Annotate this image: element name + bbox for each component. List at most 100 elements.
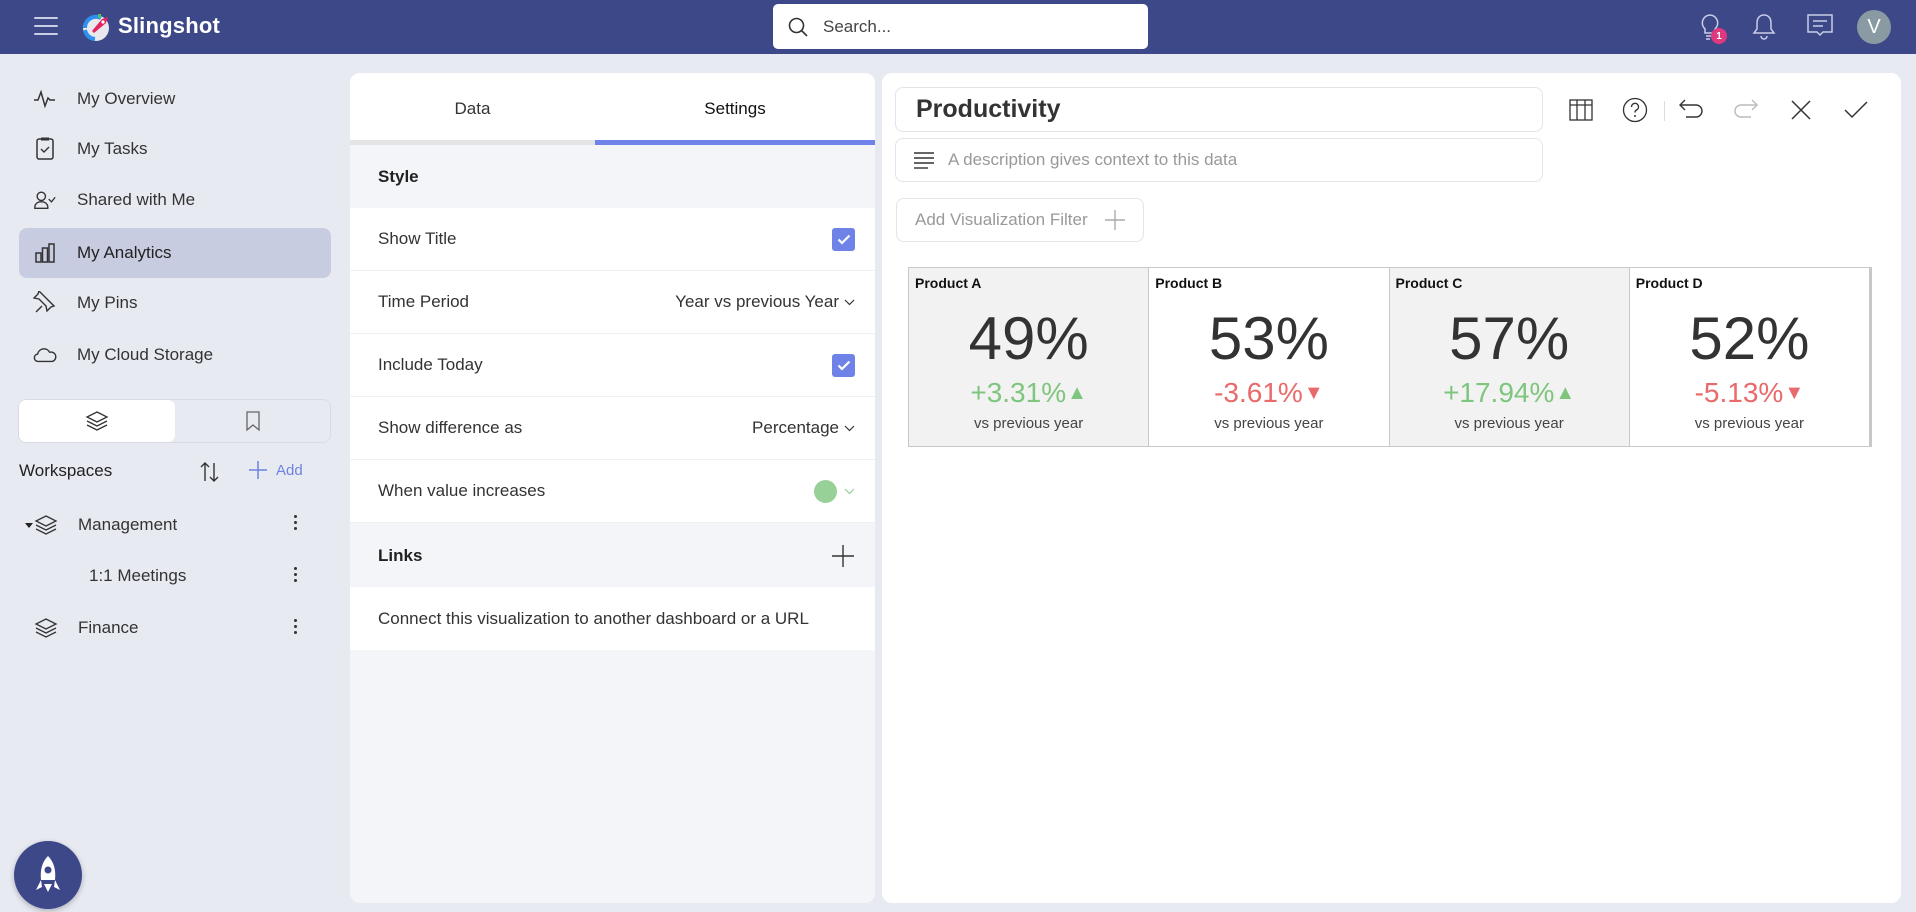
clipboard-check-icon: [33, 137, 57, 161]
kpi-value: 49%: [968, 305, 1089, 372]
time-period-dropdown[interactable]: Year vs previous Year: [675, 292, 855, 312]
kpi-delta: -3.61%▼: [1149, 377, 1388, 409]
undo-button[interactable]: [1676, 95, 1706, 125]
finance-more-button[interactable]: [292, 619, 298, 637]
workspace-label: Management: [78, 515, 178, 534]
menu-icon[interactable]: [34, 17, 58, 37]
pin-icon: [33, 291, 57, 315]
kpi-delta: -5.13%▼: [1630, 377, 1869, 409]
sidebar-view-toggle: [18, 399, 331, 443]
bookmark-icon: [246, 411, 260, 432]
value-increases-row: When value increases: [350, 460, 875, 523]
value-increases-color-picker[interactable]: [814, 479, 855, 503]
plus-icon: [1104, 210, 1125, 230]
notifications-button[interactable]: [1751, 12, 1777, 45]
add-visualization-filter-button[interactable]: Add Visualization Filter: [896, 198, 1144, 242]
user-avatar[interactable]: V: [1857, 10, 1891, 44]
close-button[interactable]: [1786, 95, 1816, 125]
bell-icon: [1752, 14, 1776, 40]
caret-down-icon[interactable]: [24, 520, 34, 530]
kpi-title: Product A: [915, 275, 982, 291]
show-difference-value: Percentage: [752, 418, 839, 437]
messages-button[interactable]: [1805, 12, 1835, 45]
kpi-card[interactable]: Product C 57% +17.94%▲ vs previous year: [1389, 268, 1630, 446]
plus-icon: [832, 544, 854, 567]
help-button[interactable]: [1620, 95, 1650, 125]
sort-icon: [200, 462, 219, 482]
search-input[interactable]: [823, 16, 1123, 37]
kpi-caption: vs previous year: [974, 415, 1084, 432]
management-more-button[interactable]: [292, 515, 298, 533]
layers-icon: [34, 618, 58, 638]
close-icon: [1791, 100, 1811, 120]
rocket-icon: [36, 856, 60, 892]
meetings-more-button[interactable]: [292, 567, 298, 585]
kpi-value: 52%: [1689, 305, 1810, 372]
arrow-down-icon: ▼: [1784, 382, 1805, 404]
bookmarks-view-button[interactable]: [175, 400, 331, 442]
show-title-checkbox[interactable]: [832, 227, 855, 251]
links-section-label: Links: [378, 545, 423, 565]
toolbar-divider: [1664, 101, 1665, 121]
sidebar-item-my-pins[interactable]: My Pins: [19, 278, 331, 328]
kpi-card[interactable]: Product B 53% -3.61%▼ vs previous year: [1149, 268, 1390, 446]
confirm-button[interactable]: [1841, 95, 1871, 125]
redo-button[interactable]: [1731, 95, 1761, 125]
show-difference-dropdown[interactable]: Percentage: [752, 418, 855, 438]
chat-icon: [1807, 14, 1833, 37]
include-today-label: Include Today: [378, 355, 483, 374]
show-title-label: Show Title: [378, 229, 457, 248]
kpi-delta-value: -5.13%: [1694, 377, 1784, 408]
sort-button[interactable]: [198, 459, 222, 490]
sidebar-item-my-cloud-storage[interactable]: My Cloud Storage: [19, 330, 331, 380]
add-link-button[interactable]: [831, 544, 855, 568]
tab-settings[interactable]: Settings: [595, 73, 875, 145]
settings-panel: Data Settings Style Show Title Time Peri…: [350, 73, 875, 903]
launch-button[interactable]: [14, 841, 82, 909]
include-today-checkbox[interactable]: [832, 353, 855, 377]
text-align-icon: [914, 152, 934, 169]
sidebar-item-shared-with-me[interactable]: Shared with Me: [19, 175, 331, 225]
workspaces-view-button[interactable]: [19, 400, 175, 442]
tab-label: Data: [454, 99, 491, 118]
bar-chart-icon: [33, 241, 57, 265]
sidebar-item-my-analytics[interactable]: My Analytics: [19, 228, 331, 278]
tab-data[interactable]: Data: [350, 73, 595, 145]
arrow-up-icon: ▲: [1067, 382, 1087, 404]
slingshot-logo-icon: [82, 14, 109, 41]
kpi-title: Product C: [1395, 275, 1463, 291]
kpi-value: 53%: [1208, 305, 1329, 372]
workspace-item-1-1-meetings[interactable]: 1:1 Meetings: [19, 556, 319, 596]
sidebar-item-label: Shared with Me: [77, 190, 196, 209]
workspace-item-management[interactable]: Management: [19, 505, 319, 545]
kpi-delta-value: -3.61%: [1214, 377, 1303, 408]
plus-icon: [249, 461, 267, 479]
time-period-value: Year vs previous Year: [675, 292, 839, 311]
value-increases-label: When value increases: [378, 481, 546, 500]
search-icon: [788, 17, 808, 37]
visualization-editor: Productivity A description gives context…: [882, 73, 1901, 903]
add-workspace-button[interactable]: Add: [248, 460, 303, 480]
grid-icon: [1569, 99, 1593, 121]
description-input[interactable]: A description gives context to this data: [895, 138, 1543, 182]
visualization-title-input[interactable]: Productivity: [895, 87, 1543, 132]
sidebar-item-my-overview[interactable]: My Overview: [19, 74, 331, 124]
sidebar-item-my-tasks[interactable]: My Tasks: [19, 124, 331, 174]
chevron-down-icon: [844, 488, 855, 494]
kpi-caption: vs previous year: [1454, 415, 1564, 432]
grid-view-button[interactable]: [1566, 95, 1596, 125]
show-title-row: Show Title: [350, 208, 875, 271]
search-box[interactable]: [773, 4, 1148, 49]
check-icon: [1844, 101, 1868, 119]
workspace-item-finance[interactable]: Finance: [19, 608, 319, 648]
kpi-caption: vs previous year: [1214, 415, 1324, 432]
kpi-value: 57%: [1449, 305, 1570, 372]
kpi-card[interactable]: Product D 52% -5.13%▼ vs previous year: [1630, 268, 1871, 446]
kpi-card[interactable]: Product A 49% +3.31%▲ vs previous year: [909, 268, 1150, 446]
kpi-title: Product D: [1635, 275, 1703, 291]
layers-icon: [85, 411, 109, 431]
help-icon: [1622, 97, 1648, 123]
ideas-button[interactable]: 1: [1697, 12, 1727, 47]
check-icon: [837, 360, 850, 371]
kpi-delta: +17.94%▲: [1390, 377, 1629, 409]
